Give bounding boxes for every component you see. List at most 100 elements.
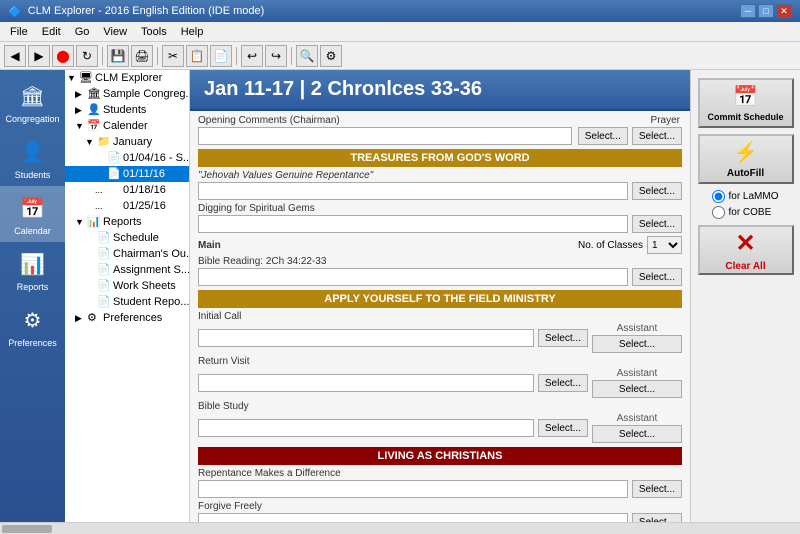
toolbar-sep4 [291,47,292,65]
print-btn[interactable]: 🖨 [131,45,153,67]
tree-week1[interactable]: 📄 01/04/16 - S... [65,150,189,166]
menu-help[interactable]: Help [175,25,210,39]
forgive-label: Forgive Freely [198,501,682,512]
digging-label: Digging for Spiritual Gems [198,203,682,214]
menu-edit[interactable]: Edit [36,25,67,39]
jehovah-select-btn[interactable]: Select... [632,182,682,200]
autofill-btn[interactable]: ⚡ AutoFill [698,134,794,184]
menu-view[interactable]: View [97,25,133,39]
sidebar-item-preferences[interactable]: ⚙ Preferences [0,298,65,354]
tree-sidebar: ▼ 🖥 CLM Explorer ▶ 🏛 Sample Congreg... ▶… [65,70,190,522]
tree-week4[interactable]: ... 01/25/16 [65,198,189,214]
commit-schedule-btn[interactable]: 📅 Commit Schedule [698,78,794,128]
repentance-select-btn[interactable]: Select... [632,480,682,498]
return-visit-label: Return Visit [198,356,682,367]
search-btn[interactable]: 🔍 [296,45,318,67]
tree-student-reports[interactable]: 📄 Student Repo... [65,294,189,310]
return-visit-input[interactable] [198,374,534,392]
tree-week3[interactable]: ... 01/18/16 [65,182,189,198]
title-bar-text: CLM Explorer - 2016 English Edition (IDE… [28,5,265,17]
autofill-icon: ⚡ [733,140,758,165]
jehovah-label: "Jehovah Values Genuine Repentance" [198,170,682,181]
sidebar-item-congregation[interactable]: 🏛 Congregation [0,74,65,130]
tree-congregation[interactable]: ▶ 🏛 Sample Congreg... [65,86,189,102]
clear-all-btn[interactable]: ✕ Clear All [698,225,794,275]
forgive-input[interactable] [198,513,628,522]
menu-tools[interactable]: Tools [135,25,173,39]
scroll-thumb[interactable] [2,525,52,533]
icon-sidebar: 🏛 Congregation 👤 Students 📅 Calendar 📊 R… [0,70,65,522]
maximize-btn[interactable]: □ [758,4,774,18]
settings-btn[interactable]: ⚙ [320,45,342,67]
back-btn[interactable]: ◀ [4,45,26,67]
tree-calendar[interactable]: ▼ 📅 Calender [65,118,189,134]
no-classes-select[interactable]: 1 2 3 [647,236,682,254]
tree-week2[interactable]: 📄 01/11/16 [65,166,189,182]
bible-study-input[interactable] [198,419,534,437]
undo-btn[interactable]: ↩ [241,45,263,67]
toolbar-sep1 [102,47,103,65]
right-panel: 📅 Commit Schedule ⚡ AutoFill for LaMMO f… [690,70,800,522]
tree-chairmans-outline[interactable]: 📄 Chairman's Ou... [65,246,189,262]
minimize-btn[interactable]: ─ [740,4,756,18]
cut-btn[interactable]: ✂ [162,45,184,67]
opening-select-btn[interactable]: Select... [578,127,628,145]
tree-worksheets[interactable]: 📄 Work Sheets [65,278,189,294]
initial-call-select-btn[interactable]: Select... [538,329,588,347]
menu-go[interactable]: Go [69,25,96,39]
bible-study-select-btn[interactable]: Select... [538,419,588,437]
initial-call-assistant-label: Assistant [592,323,682,334]
initial-call-input[interactable] [198,329,534,347]
digging-input[interactable] [198,215,628,233]
expand-icon: ... [95,185,105,195]
tree-reports[interactable]: ▼ 📊 Reports [65,214,189,230]
prayer-select-btn[interactable]: Select... [632,127,682,145]
no-classes-row: No. of Classes 1 2 3 [578,236,682,254]
title-bar: 🔷 CLM Explorer - 2016 English Edition (I… [0,0,800,22]
window-controls: ─ □ ✕ [740,4,792,18]
bible-reading-input[interactable] [198,268,628,286]
sidebar-item-calendar[interactable]: 📅 Calendar [0,186,65,242]
paste-btn[interactable]: 📄 [210,45,232,67]
repentance-label: Repentance Makes a Difference [198,468,682,479]
tree-schedule[interactable]: 📄 Schedule [65,230,189,246]
expand-icon: ▶ [75,313,85,324]
menu-file[interactable]: File [4,25,34,39]
content-header: Jan 11-17 | 2 Chronlces 33-36 [190,70,690,111]
return-visit-assistant-btn[interactable]: Select... [592,380,682,398]
scripture-ref: 2 Chronlces 33-36 [311,78,482,100]
redo-btn[interactable]: ↪ [265,45,287,67]
jehovah-input[interactable] [198,182,628,200]
stop-btn[interactable]: ⬤ [52,45,74,67]
save-btn[interactable]: 💾 [107,45,129,67]
digging-select-btn[interactable]: Select... [632,215,682,233]
forward-btn[interactable]: ▶ [28,45,50,67]
sidebar-item-reports[interactable]: 📊 Reports [0,242,65,298]
prayer-label: Prayer [578,115,682,126]
initial-call-assistant-btn[interactable]: Select... [592,335,682,353]
tree-assignment[interactable]: 📄 Assignment S... [65,262,189,278]
toolbar: ◀ ▶ ⬤ ↻ 💾 🖨 ✂ 📋 📄 ↩ ↪ 🔍 ⚙ [0,42,800,70]
radio-cobe[interactable]: for COBE [712,206,778,219]
refresh-btn[interactable]: ↻ [76,45,98,67]
forgive-select-btn[interactable]: Select... [632,513,682,522]
initial-call-label: Initial Call [198,311,682,322]
repentance-input[interactable] [198,480,628,498]
bible-study-assistant-btn[interactable]: Select... [592,425,682,443]
radio-lammo[interactable]: for LaMMO [712,190,778,203]
return-visit-select-btn[interactable]: Select... [538,374,588,392]
opening-comments-label: Opening Comments (Chairman) [198,115,572,126]
form-area: Opening Comments (Chairman) Prayer Selec… [190,111,690,522]
expand-icon: ... [95,201,105,211]
sidebar-item-students[interactable]: 👤 Students [0,130,65,186]
tree-clm-explorer[interactable]: ▼ 🖥 CLM Explorer [65,70,189,86]
tree-january[interactable]: ▼ 📁 January [65,134,189,150]
bible-reading-select-btn[interactable]: Select... [632,268,682,286]
tree-preferences[interactable]: ▶ ⚙ Preferences [65,310,189,326]
copy-btn[interactable]: 📋 [186,45,208,67]
tree-students[interactable]: ▶ 👤 Students [65,102,189,118]
living-header: LIVING AS CHRISTIANS [198,447,682,465]
opening-comments-input[interactable] [198,127,572,145]
close-btn[interactable]: ✕ [776,4,792,18]
reports-icon: 📊 [17,248,49,280]
